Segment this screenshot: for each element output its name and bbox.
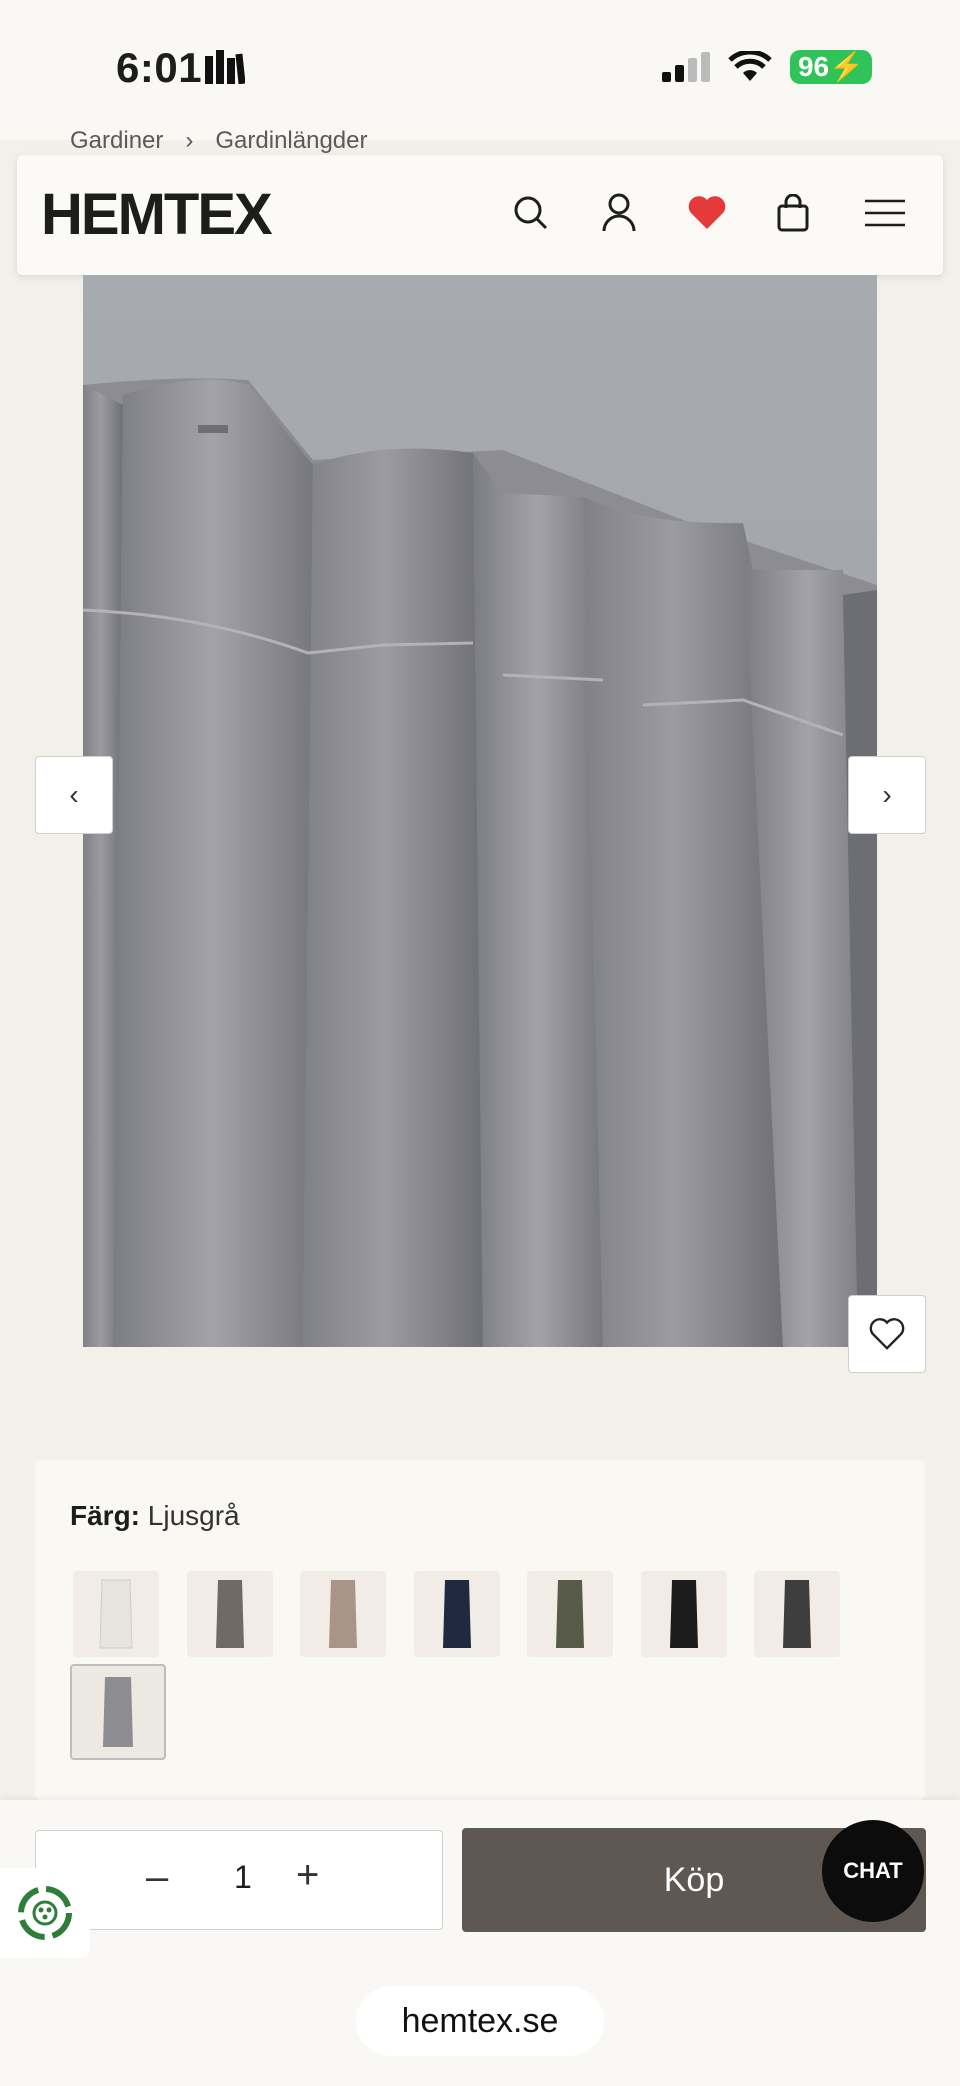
- color-label-key: Färg:: [70, 1500, 140, 1531]
- heart-icon[interactable]: [685, 191, 729, 235]
- wifi-icon: [728, 51, 772, 81]
- breadcrumb-item-gardinlangder[interactable]: Gardinlängder: [215, 127, 367, 155]
- swatch-light-grey-selected[interactable]: [70, 1664, 166, 1760]
- heart-outline-icon: [869, 1318, 905, 1350]
- add-to-wishlist-button[interactable]: [848, 1295, 926, 1373]
- quantity-increase-button[interactable]: +: [296, 1853, 319, 1898]
- status-icons: 96⚡: [661, 50, 872, 84]
- swatch-beige[interactable]: [300, 1571, 386, 1657]
- color-label: Färg: Ljusgrå: [70, 1500, 240, 1532]
- bag-icon[interactable]: [771, 191, 815, 235]
- swatch-olive[interactable]: [527, 1571, 613, 1657]
- battery-indicator: 96⚡: [789, 50, 872, 84]
- user-icon[interactable]: [597, 191, 641, 235]
- status-bar: 6:01 96⚡: [0, 0, 960, 140]
- color-label-value: Ljusgrå: [147, 1500, 240, 1531]
- swatch-grey-brown[interactable]: [187, 1571, 273, 1657]
- quantity-decrease-button[interactable]: –: [146, 1855, 168, 1900]
- quantity-stepper: – 1 +: [35, 1830, 443, 1930]
- swatch-black[interactable]: [641, 1571, 727, 1657]
- battery-level: 96: [797, 51, 830, 82]
- chat-button[interactable]: CHAT: [822, 1820, 924, 1922]
- eco-badge[interactable]: [0, 1868, 90, 1958]
- curtain-illustration: [83, 275, 877, 1347]
- reading-list-icon: [205, 50, 245, 84]
- breadcrumb-separator: ›: [185, 127, 194, 154]
- breadcrumb-item-gardiner[interactable]: Gardiner: [70, 127, 163, 155]
- site-header: HEMTEX: [17, 155, 943, 275]
- swatch-white[interactable]: [73, 1571, 159, 1657]
- swatch-charcoal[interactable]: [754, 1571, 840, 1657]
- breadcrumb: Gardiner › Gardinlängder: [70, 127, 367, 155]
- variant-panel: Färg: Ljusgrå: [35, 1460, 925, 1800]
- signal-icon: [661, 52, 710, 82]
- purchase-bar: – 1 + Köp CHAT hemtex.se: [0, 1800, 960, 2086]
- quantity-value[interactable]: 1: [234, 1859, 252, 1896]
- swatch-navy[interactable]: [414, 1571, 500, 1657]
- menu-icon[interactable]: [859, 191, 911, 235]
- clock: 6:01: [116, 44, 203, 91]
- recycle-icon: [18, 1886, 72, 1940]
- hemtex-logo[interactable]: HEMTEX: [41, 181, 273, 248]
- browser-url[interactable]: hemtex.se: [356, 1986, 604, 2056]
- gallery-next-button[interactable]: ›: [848, 756, 926, 834]
- product-image[interactable]: [83, 275, 877, 1347]
- search-icon[interactable]: [509, 191, 553, 235]
- gallery-prev-button[interactable]: ‹: [35, 756, 113, 834]
